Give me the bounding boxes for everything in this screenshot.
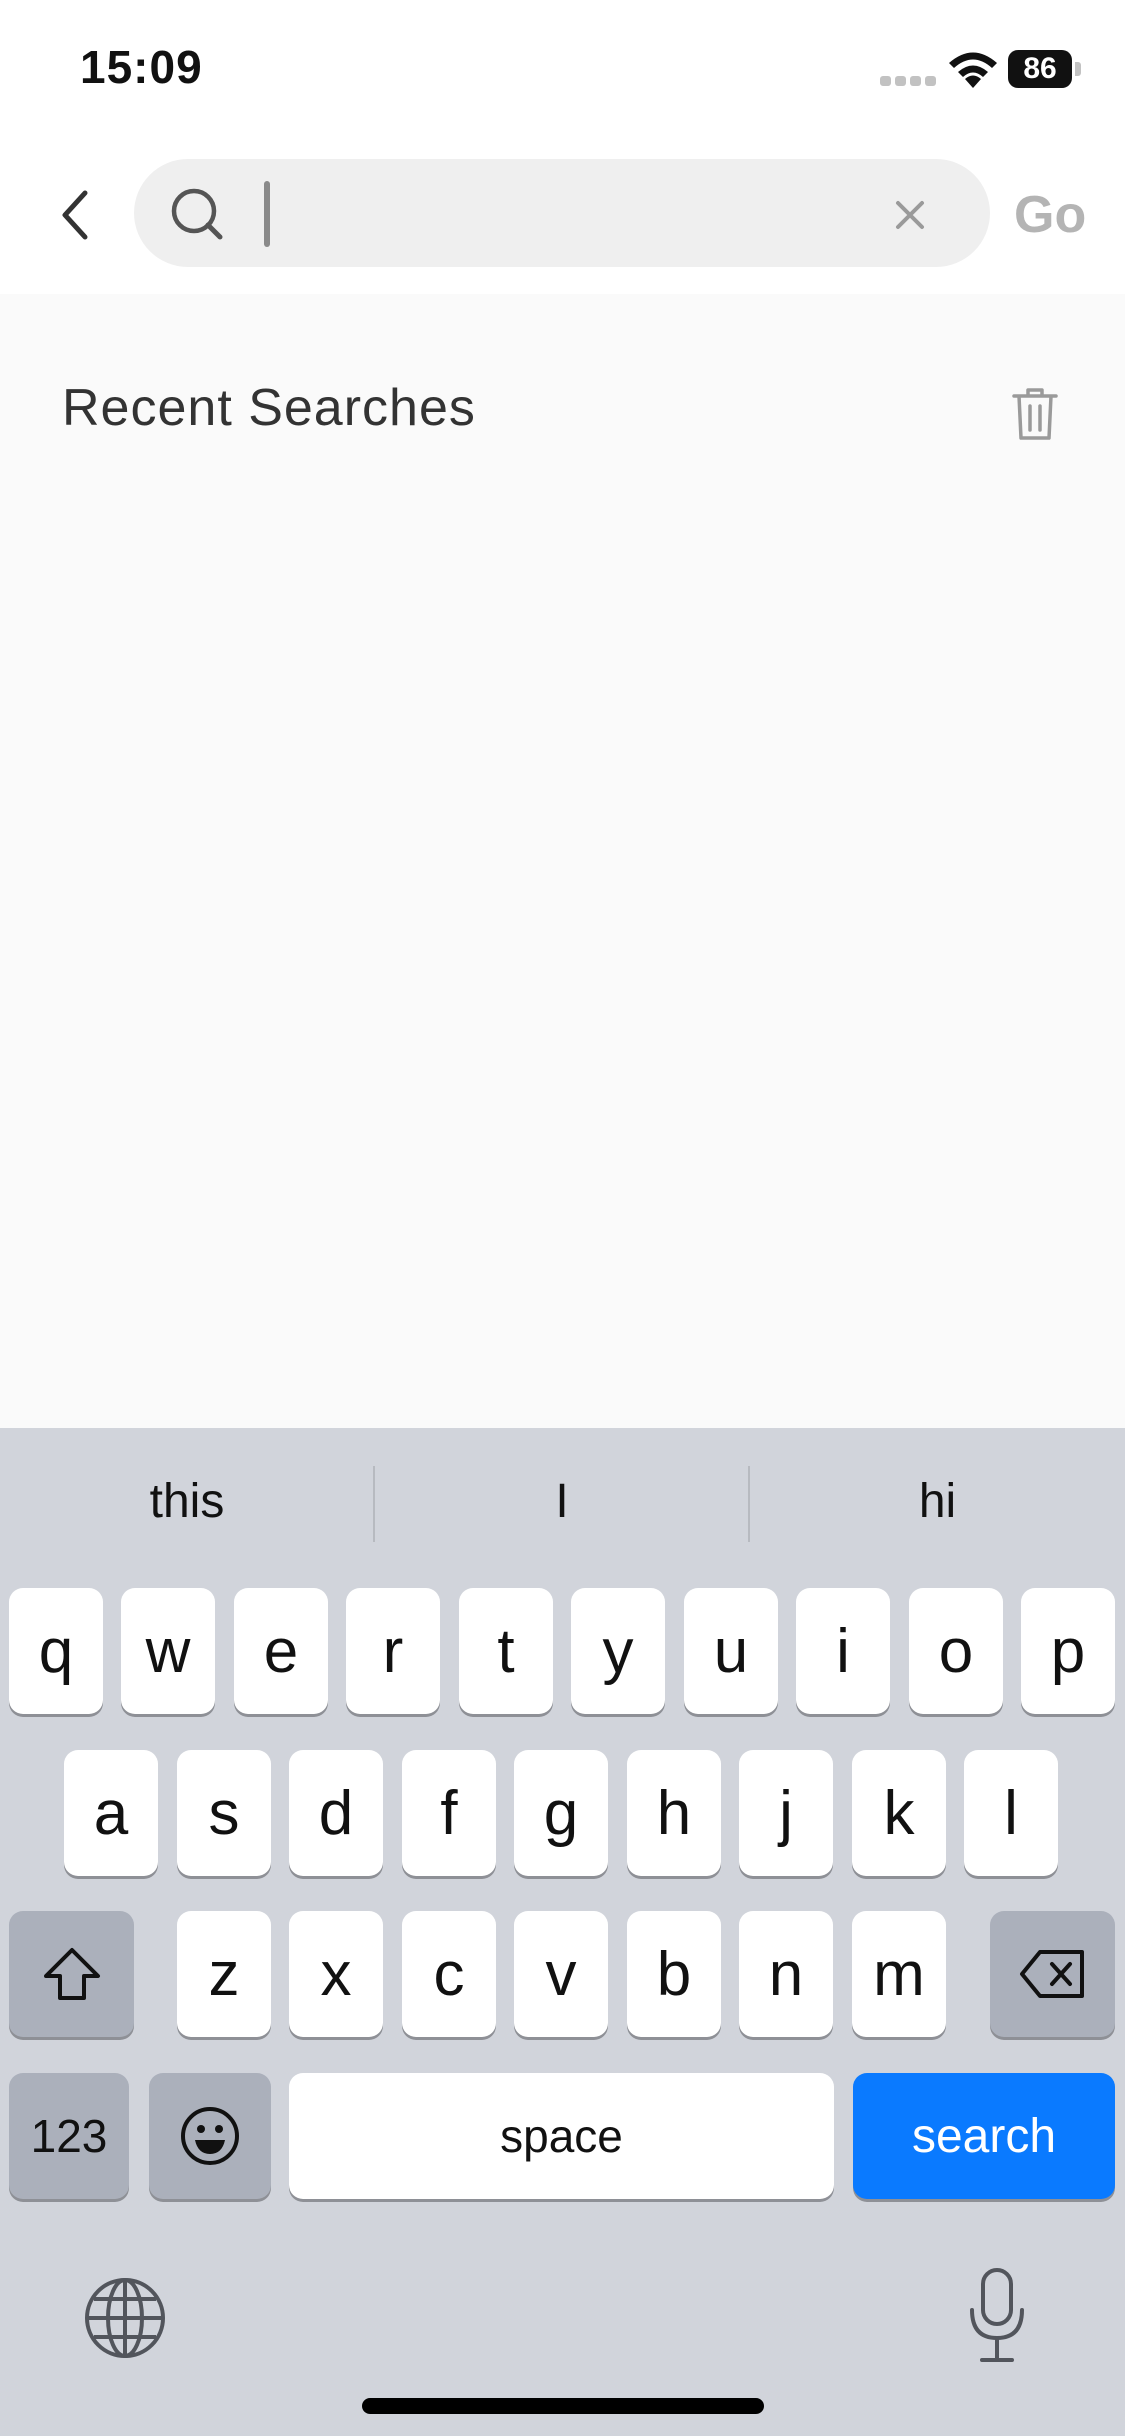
key-c[interactable]: c bbox=[402, 1911, 496, 2037]
battery-level: 86 bbox=[1023, 52, 1057, 85]
key-i[interactable]: i bbox=[796, 1588, 890, 1714]
globe-icon[interactable] bbox=[82, 2275, 168, 2361]
key-o[interactable]: o bbox=[909, 1588, 1003, 1714]
wifi-icon bbox=[949, 52, 997, 88]
search-screen: 15:09 86 Go Recent Searches this I hi q … bbox=[0, 0, 1125, 2436]
suggestion-item[interactable]: hi bbox=[750, 1428, 1125, 1576]
search-input[interactable] bbox=[274, 179, 874, 247]
numbers-key[interactable]: 123 bbox=[9, 2073, 129, 2199]
clear-icon[interactable] bbox=[886, 191, 934, 239]
key-u[interactable]: u bbox=[684, 1588, 778, 1714]
key-k[interactable]: k bbox=[852, 1750, 946, 1876]
emoji-icon bbox=[181, 2107, 239, 2165]
suggestion-bar: this I hi bbox=[0, 1428, 1125, 1576]
key-b[interactable]: b bbox=[627, 1911, 721, 2037]
key-r[interactable]: r bbox=[346, 1588, 440, 1714]
home-indicator bbox=[362, 2398, 764, 2414]
section-title: Recent Searches bbox=[62, 379, 476, 437]
space-key[interactable]: space bbox=[289, 2073, 834, 2199]
key-p[interactable]: p bbox=[1021, 1588, 1115, 1714]
search-icon bbox=[171, 188, 223, 240]
key-n[interactable]: n bbox=[739, 1911, 833, 2037]
trash-icon[interactable] bbox=[1010, 386, 1060, 442]
key-s[interactable]: s bbox=[177, 1750, 271, 1876]
key-v[interactable]: v bbox=[514, 1911, 608, 2037]
search-field[interactable] bbox=[134, 159, 990, 267]
shift-icon bbox=[43, 1948, 100, 2000]
key-q[interactable]: q bbox=[9, 1588, 103, 1714]
emoji-key[interactable] bbox=[149, 2073, 271, 2199]
go-button[interactable]: Go bbox=[1014, 185, 1086, 245]
back-button[interactable] bbox=[40, 180, 110, 250]
key-x[interactable]: x bbox=[289, 1911, 383, 2037]
key-d[interactable]: d bbox=[289, 1750, 383, 1876]
recent-searches-section: Recent Searches bbox=[0, 294, 1125, 1428]
cellular-signal-icon bbox=[880, 76, 936, 86]
key-m[interactable]: m bbox=[852, 1911, 946, 2037]
key-g[interactable]: g bbox=[514, 1750, 608, 1876]
key-h[interactable]: h bbox=[627, 1750, 721, 1876]
suggestion-item[interactable]: I bbox=[375, 1428, 749, 1576]
key-e[interactable]: e bbox=[234, 1588, 328, 1714]
shift-key[interactable] bbox=[9, 1911, 134, 2037]
key-y[interactable]: y bbox=[571, 1588, 665, 1714]
text-cursor bbox=[264, 181, 270, 247]
chevron-left-icon bbox=[62, 190, 88, 240]
status-bar: 15:09 86 bbox=[0, 0, 1125, 140]
key-w[interactable]: w bbox=[121, 1588, 215, 1714]
key-t[interactable]: t bbox=[459, 1588, 553, 1714]
search-key[interactable]: search bbox=[853, 2073, 1115, 2199]
delete-key[interactable] bbox=[990, 1911, 1115, 2037]
keyboard: this I hi q w e r t y u i o p a s d f g … bbox=[0, 1428, 1125, 2436]
search-header: Go bbox=[0, 140, 1125, 294]
status-time: 15:09 bbox=[80, 41, 203, 93]
key-z[interactable]: z bbox=[177, 1911, 271, 2037]
microphone-icon[interactable] bbox=[966, 2266, 1028, 2366]
suggestion-item[interactable]: this bbox=[0, 1428, 374, 1576]
key-f[interactable]: f bbox=[402, 1750, 496, 1876]
key-l[interactable]: l bbox=[964, 1750, 1058, 1876]
backspace-icon bbox=[1019, 1950, 1084, 1998]
key-a[interactable]: a bbox=[64, 1750, 158, 1876]
key-j[interactable]: j bbox=[739, 1750, 833, 1876]
battery-icon: 86 bbox=[1008, 50, 1081, 88]
